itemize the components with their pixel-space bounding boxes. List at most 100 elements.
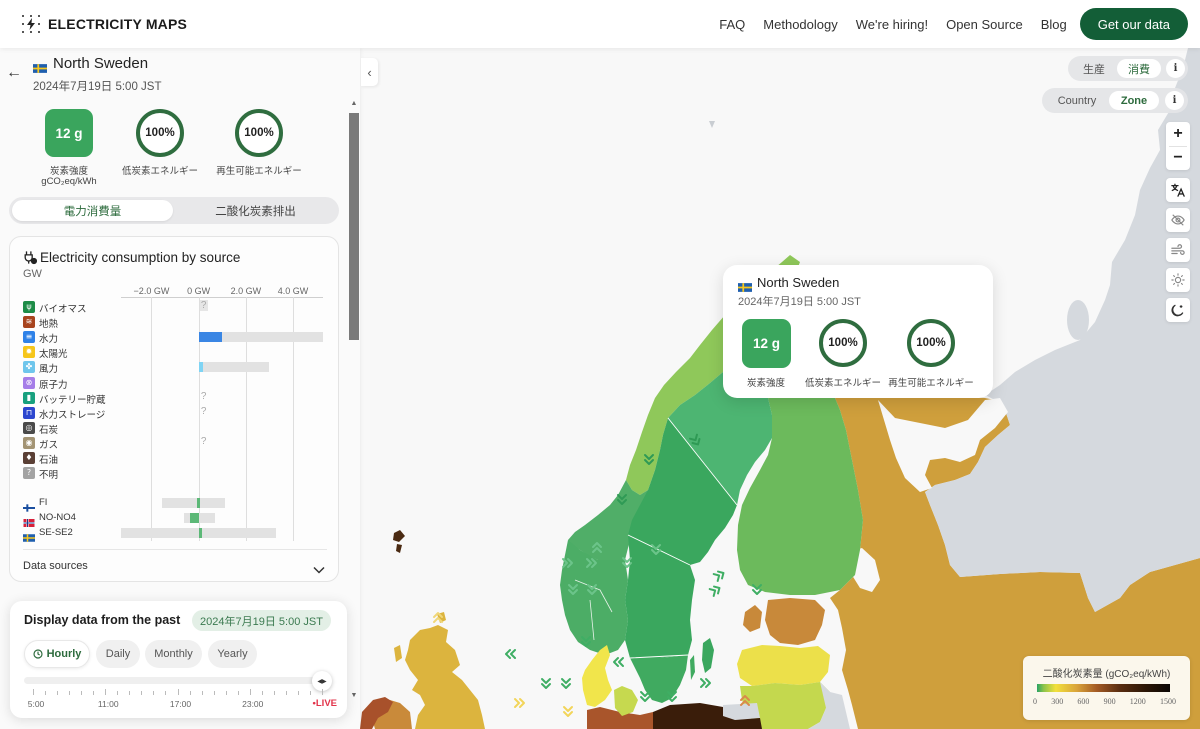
carbon-intensity-unit: gCO₂eq/kWh [41,176,97,187]
zone-hebrides[interactable] [394,645,402,662]
toggle-country[interactable]: Country [1045,91,1109,110]
time-tick [129,691,131,695]
map-view[interactable]: ‹ 生産 消費 i Country Zone i + − North Swede… [360,48,1200,729]
zoom-out-button[interactable]: − [1166,146,1190,170]
data-sources-toggle[interactable]: Data sources [23,560,88,572]
tooltip-low-carbon-label: 低炭素エネルギー [804,378,882,389]
source-row-biomass[interactable]: ψ バイオマス? [10,300,338,315]
source-row-coal[interactable]: ◎ 石炭 [10,421,338,436]
main-nav: FAQ Methodology We're hiring! Open Sourc… [719,8,1188,40]
zone-latvia[interactable] [737,645,830,686]
source-row-wind[interactable]: ✤ 風力 [10,360,338,375]
exchange-arrow[interactable] [514,698,525,708]
brand-logo[interactable]: ELECTRICITY MAPS [21,14,187,34]
zone-gotland[interactable] [702,638,714,673]
exchange-arrow[interactable] [563,706,573,717]
dark-mode-button[interactable] [1166,298,1190,322]
panel-scrollbar[interactable]: ▲ ▼ [349,100,359,700]
exchange-bar[interactable] [190,513,199,523]
source-row-hydro[interactable]: ≡ 水力 [10,330,338,346]
scrollbar-thumb[interactable] [349,113,359,340]
production-bar[interactable] [198,362,203,373]
info-icon[interactable]: i [1165,91,1184,110]
solar-icon: ✹ [23,346,35,359]
source-row-nuclear[interactable]: ⊗ 原子力 [10,376,338,391]
exchange-arrow[interactable] [561,678,571,689]
back-arrow-icon[interactable]: ← [6,64,22,82]
language-button[interactable] [1166,178,1190,202]
tooltip-renewable-ring: 100% [907,319,955,367]
exchange-row-no-no4[interactable]: NO-NO4 [10,511,338,527]
divider [23,549,327,550]
exchange-row-fi[interactable]: FI [10,496,338,512]
zone-estonia-islands[interactable] [743,605,762,632]
source-row-unknown[interactable]: ? 不明 [10,466,338,481]
exchange-arrow[interactable] [505,649,516,659]
zone-estonia[interactable] [765,598,825,645]
legend-ticks: 0 300 600 900 1200 1500 [1033,697,1176,706]
tab-consumption[interactable]: 電力消費量 [12,200,173,221]
nav-link-open-source[interactable]: Open Source [946,17,1023,32]
exchange-arrow[interactable] [712,570,726,582]
live-indicator[interactable]: •LIVE [313,698,337,709]
nav-link-faq[interactable]: FAQ [719,17,745,32]
exchange-arrow[interactable] [613,657,624,667]
tooltip-renewable-label: 再生可能エネルギー [888,378,974,389]
breakdown-chart: −2.0 GW 0 GW 2.0 GW 4.0 GW ψ バイオマス? ≋ 地熱 ≡ 水力 ✹ 太陽光… [10,237,338,547]
exchange-arrow[interactable] [541,678,551,689]
toggle-production[interactable]: 生産 [1071,59,1117,78]
hide-overlay-button[interactable] [1166,208,1190,232]
axis-tick-label: −2.0 GW [133,286,170,296]
source-label: ガス [39,439,59,451]
sweden-flag-icon [33,60,47,78]
time-tick [93,691,95,695]
legend-color-scale [1037,684,1170,692]
zone-oland[interactable] [690,655,695,680]
axis-tick-label: 4.0 GW [277,286,309,296]
chevron-down-icon[interactable] [313,561,325,579]
source-label: 水力 [39,334,59,346]
wind-layer-button[interactable] [1166,238,1190,262]
time-tick [285,691,287,695]
consumption-breakdown-card: Electricity consumption by source GW −2.… [9,236,339,582]
mode-tabs: 電力消費量 二酸化炭素排出 [9,197,339,224]
nav-link-blog[interactable]: Blog [1041,17,1067,32]
source-row-solar[interactable]: ✹ 太陽光 [10,345,338,360]
carbon-intensity-legend: 二酸化炭素量 (gCO₂eq/kWh) 0 300 600 900 1200 1… [1023,656,1190,720]
exchange-arrow[interactable] [708,585,722,597]
production-consumption-toggle: 生産 消費 i [1068,56,1188,81]
tooltip-low-carbon-ring: 100% [819,319,867,367]
toggle-zone[interactable]: Zone [1109,91,1159,110]
sun-icon [1171,273,1185,287]
exchange-bar[interactable] [198,528,202,538]
exchange-bar[interactable] [196,498,200,508]
source-row-hydro-storage[interactable]: ⊓ 水力ストレージ? [10,406,338,421]
time-tick [297,691,299,695]
zone-faroe-islands[interactable] [393,530,405,553]
zone-great-britain[interactable] [405,625,485,729]
toggle-consumption[interactable]: 消費 [1117,59,1161,78]
solar-layer-button[interactable] [1166,268,1190,292]
exchange-arrow[interactable] [700,678,711,688]
scroll-down-arrow-icon[interactable]: ▼ [349,692,359,699]
exchange-label: FI [39,497,48,508]
time-controller: Display data from the past 2024年7月19日 5:… [10,601,347,718]
zone-jan-mayen[interactable] [709,121,715,128]
scroll-up-arrow-icon[interactable]: ▲ [349,100,359,107]
production-bar[interactable] [198,332,222,343]
tab-emissions[interactable]: 二酸化炭素排出 [175,200,336,221]
get-our-data-button[interactable]: Get our data [1079,8,1188,40]
source-row-geothermal[interactable]: ≋ 地熱 [10,315,338,330]
source-row-battery[interactable]: ▮ バッテリー貯蔵? [10,391,338,406]
collapse-panel-button[interactable]: ‹ [361,58,378,86]
exchange-row-se-se2[interactable]: SE-SE2 [10,526,338,542]
exchange-arrow[interactable] [640,691,650,702]
zoom-in-button[interactable]: + [1166,122,1190,146]
nav-link-methodology[interactable]: Methodology [763,17,837,32]
info-icon[interactable]: i [1166,59,1185,78]
source-row-gas[interactable]: ◉ ガス? [10,436,338,451]
zone-sweden-se4[interactable] [630,655,688,703]
nav-link-hiring[interactable]: We're hiring! [856,17,928,32]
zone-denmark-dk1[interactable] [582,645,612,707]
source-row-oil[interactable]: ♦ 石油 [10,451,338,466]
